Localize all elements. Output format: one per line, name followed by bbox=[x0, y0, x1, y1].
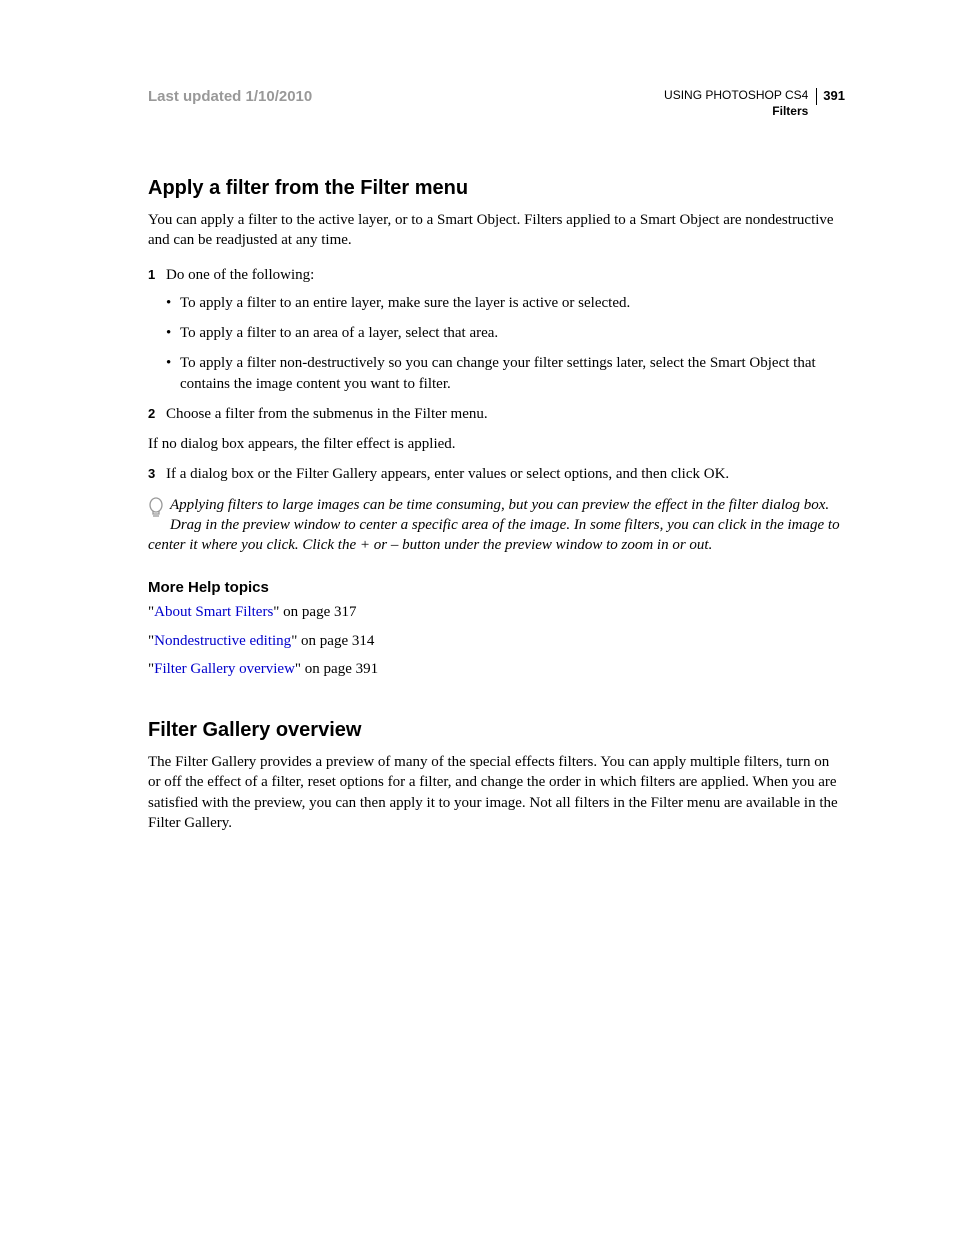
help-link-line: "Filter Gallery overview" on page 391 bbox=[148, 659, 845, 679]
product-name: USING PHOTOSHOP CS4 bbox=[664, 88, 808, 104]
list-item: To apply a filter to an area of a layer,… bbox=[166, 323, 845, 343]
lightbulb-icon bbox=[148, 497, 164, 519]
list-item: To apply a filter to an entire layer, ma… bbox=[166, 293, 845, 313]
step-1: Do one of the following: To apply a filt… bbox=[148, 265, 845, 394]
after-step-2-note: If no dialog box appears, the filter eff… bbox=[148, 434, 845, 454]
page-number: 391 bbox=[816, 88, 845, 105]
help-link-suffix: " on page 314 bbox=[291, 633, 374, 649]
help-link-nondestructive[interactable]: Nondestructive editing bbox=[154, 633, 291, 649]
help-link-line: "About Smart Filters" on page 317 bbox=[148, 602, 845, 622]
document-page: Last updated 1/10/2010 USING PHOTOSHOP C… bbox=[0, 0, 954, 833]
page-header: Last updated 1/10/2010 USING PHOTOSHOP C… bbox=[148, 88, 845, 119]
filter-gallery-body: The Filter Gallery provides a preview of… bbox=[148, 752, 845, 833]
step-3: If a dialog box or the Filter Gallery ap… bbox=[148, 464, 845, 484]
help-link-filter-gallery[interactable]: Filter Gallery overview bbox=[154, 661, 295, 677]
help-link-smart-filters[interactable]: About Smart Filters bbox=[154, 604, 273, 620]
steps-list: Do one of the following: To apply a filt… bbox=[148, 265, 845, 425]
step-2: Choose a filter from the submenus in the… bbox=[148, 404, 845, 424]
more-help-heading: More Help topics bbox=[148, 579, 845, 596]
section-heading-filter-gallery: Filter Gallery overview bbox=[148, 719, 845, 742]
section-filter-gallery: Filter Gallery overview The Filter Galle… bbox=[148, 719, 845, 833]
steps-list-continued: If a dialog box or the Filter Gallery ap… bbox=[148, 464, 845, 484]
help-link-suffix: " on page 391 bbox=[295, 661, 378, 677]
section-heading-apply-filter: Apply a filter from the Filter menu bbox=[148, 177, 845, 200]
intro-paragraph: You can apply a filter to the active lay… bbox=[148, 210, 845, 251]
tip-note: Applying filters to large images can be … bbox=[148, 495, 845, 556]
help-link-suffix: " on page 317 bbox=[273, 604, 356, 620]
step-1-text: Do one of the following: bbox=[166, 267, 314, 283]
tip-text: Applying filters to large images can be … bbox=[148, 497, 840, 554]
step-1-bullets: To apply a filter to an entire layer, ma… bbox=[166, 293, 845, 394]
last-updated: Last updated 1/10/2010 bbox=[148, 88, 312, 105]
header-right: USING PHOTOSHOP CS4 Filters 391 bbox=[664, 88, 845, 119]
help-link-line: "Nondestructive editing" on page 314 bbox=[148, 631, 845, 651]
list-item: To apply a filter non-destructively so y… bbox=[166, 353, 845, 394]
section-name: Filters bbox=[664, 104, 808, 120]
